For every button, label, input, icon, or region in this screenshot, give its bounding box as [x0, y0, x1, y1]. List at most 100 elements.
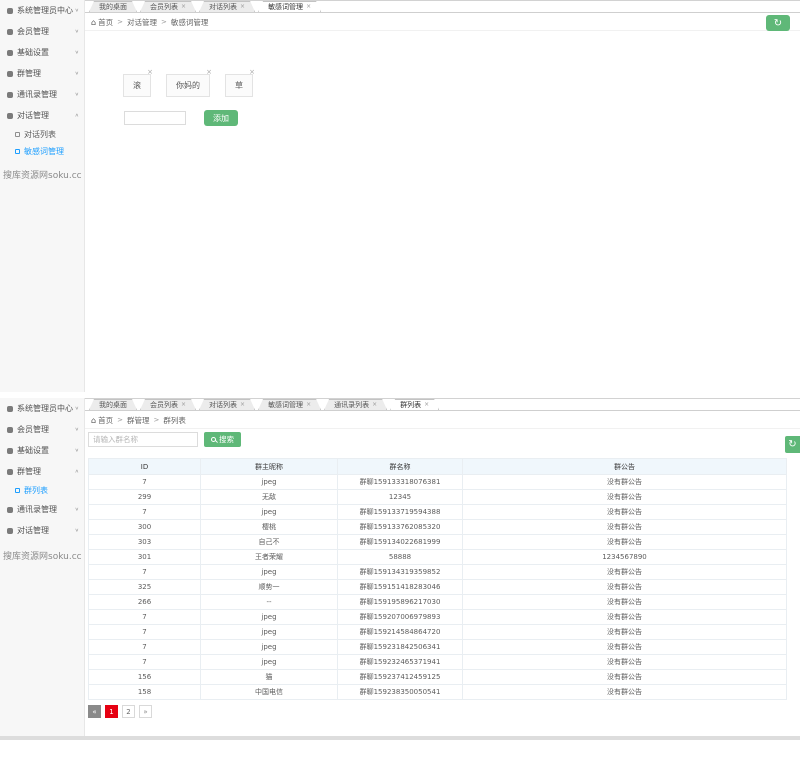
breadcrumb-item[interactable]: 群列表: [149, 415, 185, 426]
cell-owner-nickname: 顺势一: [201, 580, 338, 595]
chevron-icon: ∨: [75, 92, 79, 98]
sensitive-word-list: 滚 × 你妈的 × 草 ×: [123, 74, 253, 97]
chevron-icon: ∧: [75, 469, 79, 475]
search-button[interactable]: 搜索: [204, 432, 241, 447]
table-header-cell: 群主昵称: [201, 459, 338, 475]
sidebar-item[interactable]: 群管理 ∨: [0, 63, 84, 84]
breadcrumb-item[interactable]: 群管理: [113, 415, 149, 426]
page-button[interactable]: «: [88, 705, 101, 718]
sidebar-item[interactable]: 会员管理 ∨: [0, 419, 84, 440]
contacts-icon: [7, 92, 13, 98]
cell-group-notice: 没有群公告: [463, 580, 787, 595]
cell-group-notice: 没有群公告: [463, 565, 787, 580]
table-row: 299 无敌 12345 没有群公告: [89, 490, 787, 505]
cell-id: 7: [89, 640, 201, 655]
cell-group-notice: 没有群公告: [463, 670, 787, 685]
sidebar-footer-text: 搜库资源网soku.cc: [0, 541, 84, 562]
tab-close-icon[interactable]: ×: [306, 402, 311, 408]
list-icon: [15, 132, 20, 137]
window-bottom-edge: [0, 736, 800, 740]
pagination: « 1 2 »: [88, 705, 152, 718]
sidebar-item[interactable]: 会员管理 ∨: [0, 21, 84, 42]
tab[interactable]: 敏感词管理 ×: [258, 399, 321, 410]
sidebar-item[interactable]: 群管理 ∧: [0, 461, 84, 482]
cell-group-notice: 没有群公告: [463, 610, 787, 625]
cell-group-name: 群聊159238350050541: [338, 685, 463, 700]
table-header-cell: 群名称: [338, 459, 463, 475]
sidebar-item[interactable]: 基础设置 ∨: [0, 440, 84, 461]
cell-owner-nickname: jpeg: [201, 505, 338, 520]
cell-id: 300: [89, 520, 201, 535]
contacts-icon: [7, 507, 13, 513]
remove-word-icon[interactable]: ×: [147, 68, 153, 76]
tab[interactable]: 通讯录列表 ×: [324, 399, 387, 410]
cell-owner-nickname: --: [201, 595, 338, 610]
refresh-button[interactable]: ↻: [785, 436, 800, 453]
page-button[interactable]: 2: [122, 705, 135, 718]
tab-close-icon[interactable]: ×: [240, 4, 245, 10]
page-button[interactable]: 1: [105, 705, 118, 718]
cell-group-name: 群聊159134319359852: [338, 565, 463, 580]
tab[interactable]: 敏感词管理 ×: [258, 1, 321, 12]
sidebar-item[interactable]: 系统管理员中心 ∨: [0, 0, 84, 21]
sidebar-item[interactable]: 通讯录管理 ∨: [0, 499, 84, 520]
sidebar-item[interactable]: 群列表: [0, 482, 84, 499]
breadcrumb-item[interactable]: 对话管理: [113, 17, 157, 28]
cell-id: 7: [89, 625, 201, 640]
breadcrumb-item[interactable]: 敏感词管理: [157, 17, 208, 28]
tab[interactable]: 对话列表 ×: [199, 1, 255, 12]
remove-word-icon[interactable]: ×: [206, 68, 212, 76]
chevron-icon: ∨: [75, 448, 79, 454]
cell-id: 7: [89, 655, 201, 670]
chevron-icon: ∨: [75, 507, 79, 513]
sidebar-item[interactable]: 对话管理 ∧: [0, 105, 84, 126]
add-word-button[interactable]: 添加: [204, 110, 238, 126]
cell-id: 7: [89, 610, 201, 625]
sidebar-item[interactable]: 对话管理 ∨: [0, 520, 84, 541]
page-button[interactable]: »: [139, 705, 152, 718]
sidebar-item[interactable]: 敏感词管理: [0, 143, 84, 160]
breadcrumb-item[interactable]: ⌂ 首页: [91, 415, 113, 426]
group-icon: [7, 71, 13, 77]
member-icon: [7, 29, 13, 35]
tab-close-icon[interactable]: ×: [181, 4, 186, 10]
group-search-form: 搜索: [88, 432, 241, 447]
tab[interactable]: 会员列表 ×: [140, 399, 196, 410]
tab[interactable]: 会员列表 ×: [140, 1, 196, 12]
table-header-cell: ID: [89, 459, 201, 475]
remove-word-icon[interactable]: ×: [249, 68, 255, 76]
tab-close-icon[interactable]: ×: [306, 4, 311, 10]
table-row: 7 jpeg 群聊159133318076381 没有群公告: [89, 475, 787, 490]
tab[interactable]: 群列表 ×: [390, 399, 439, 410]
tab-close-icon[interactable]: ×: [240, 402, 245, 408]
cell-id: 7: [89, 565, 201, 580]
sidebar-item[interactable]: 对话列表: [0, 126, 84, 143]
refresh-button[interactable]: ↻: [766, 15, 790, 31]
cell-group-notice: 没有群公告: [463, 535, 787, 550]
breadcrumb-item[interactable]: ⌂ 首页: [91, 17, 113, 28]
group-name-input[interactable]: [88, 432, 198, 447]
table-row: 303 自己不 群聊159134022681999 没有群公告: [89, 535, 787, 550]
tab-close-icon[interactable]: ×: [424, 402, 429, 408]
table-row: 7 jpeg 群聊159214584864720 没有群公告: [89, 625, 787, 640]
tab-close-icon[interactable]: ×: [181, 402, 186, 408]
chevron-icon: ∨: [75, 427, 79, 433]
new-word-input[interactable]: [124, 111, 186, 125]
cell-id: 158: [89, 685, 201, 700]
sidebar-item[interactable]: 基础设置 ∨: [0, 42, 84, 63]
sidebar: 系统管理员中心 ∨ 会员管理 ∨ 基础设置 ∨ 群管理: [0, 0, 85, 392]
tab[interactable]: 我的桌面: [89, 399, 137, 410]
cell-group-notice: 没有群公告: [463, 685, 787, 700]
sidebar-item[interactable]: 系统管理员中心 ∨: [0, 398, 84, 419]
cell-group-name: 群聊159214584864720: [338, 625, 463, 640]
table-row: 300 樱桃 群聊159133762085320 没有群公告: [89, 520, 787, 535]
table-row: 158 中国电信 群聊159238350050541 没有群公告: [89, 685, 787, 700]
tab-close-icon[interactable]: ×: [372, 402, 377, 408]
tab[interactable]: 对话列表 ×: [199, 399, 255, 410]
chevron-icon: ∧: [75, 113, 79, 119]
table-row: 156 猫 群聊159237412459125 没有群公告: [89, 670, 787, 685]
table-row: 266 -- 群聊159195896217030 没有群公告: [89, 595, 787, 610]
tab[interactable]: 我的桌面: [89, 1, 137, 12]
sidebar-item[interactable]: 通讯录管理 ∨: [0, 84, 84, 105]
table-row: 325 顺势一 群聊159151418283046 没有群公告: [89, 580, 787, 595]
